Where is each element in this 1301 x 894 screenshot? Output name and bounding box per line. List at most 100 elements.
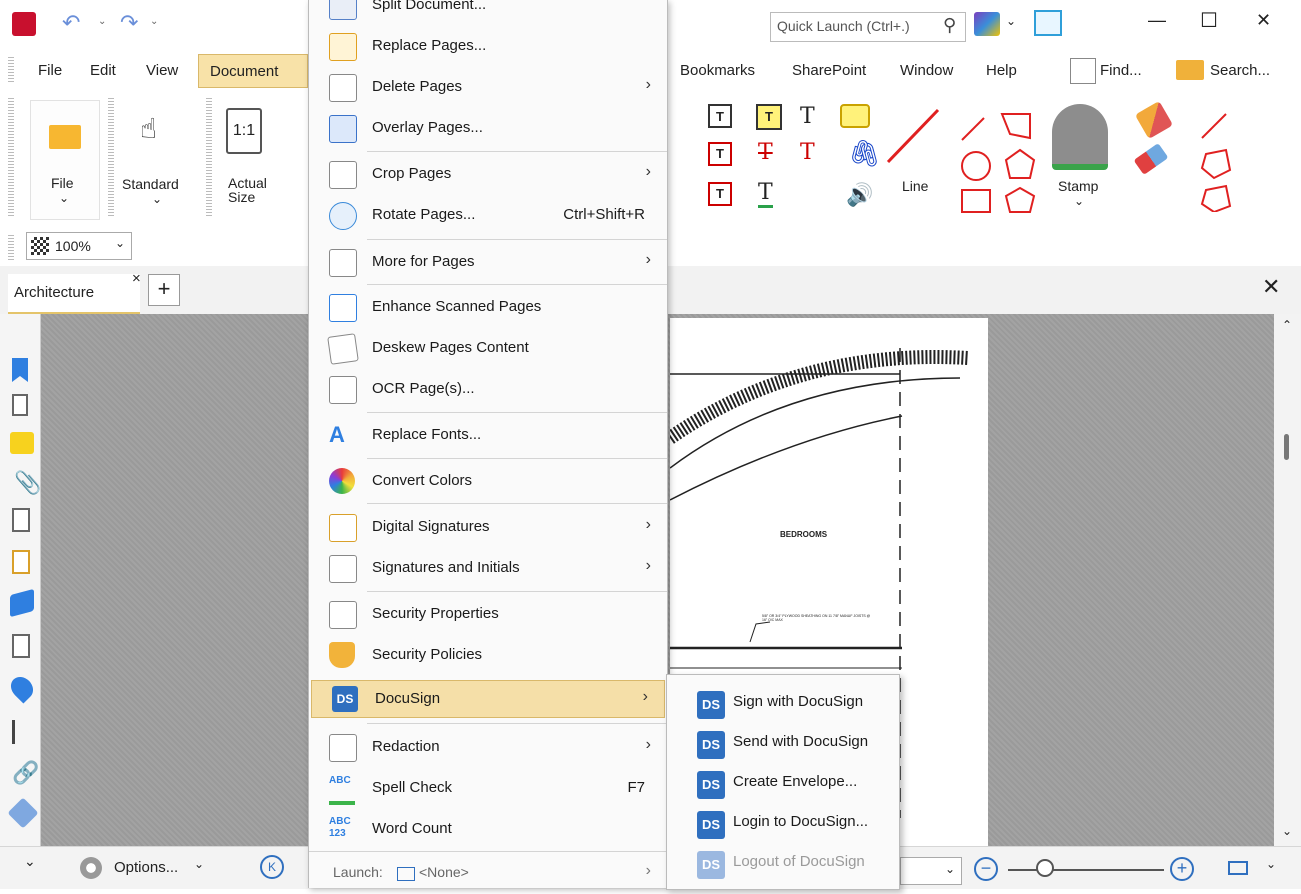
standard-button-label[interactable]: Standard <box>122 176 179 192</box>
eraser-icon[interactable] <box>1133 143 1169 175</box>
menu-sharepoint[interactable]: SharePoint <box>792 62 866 79</box>
close-button[interactable]: ✕ <box>1256 10 1271 31</box>
first-page-button[interactable]: K <box>260 855 284 879</box>
bookmarks-icon[interactable] <box>12 358 28 382</box>
menu-item-split-document[interactable]: Split Document... <box>309 0 667 26</box>
minimize-button[interactable]: — <box>1148 10 1166 31</box>
options-gear-icon[interactable] <box>80 857 102 879</box>
file-button[interactable]: File ⌄ <box>30 100 100 220</box>
menu-item-digital-signatures[interactable]: Digital Signatures › <box>309 508 667 548</box>
find-icon[interactable] <box>1070 58 1096 84</box>
quick-launch-input[interactable]: Quick Launch (Ctrl+.) ⚲ <box>770 12 966 42</box>
menu-view[interactable]: View <box>146 62 178 79</box>
fullscreen-icon[interactable] <box>1034 10 1062 36</box>
menu-window[interactable]: Window <box>900 62 953 79</box>
redo-icon[interactable]: ↷ <box>120 10 138 36</box>
menu-item-replace-fonts[interactable]: A Replace Fonts... <box>309 416 667 456</box>
menu-item-launch[interactable]: Launch: <None> › <box>309 854 667 894</box>
strikeout-icon[interactable]: T <box>758 140 773 165</box>
toolbar-grip[interactable] <box>8 234 14 260</box>
shape-tools-icons[interactable] <box>954 104 1040 216</box>
find-button[interactable]: Find... <box>1100 62 1142 79</box>
menu-item-replace-pages[interactable]: Replace Pages... <box>309 27 667 67</box>
search-button[interactable]: Search... <box>1210 62 1270 79</box>
pencil-icon[interactable] <box>1134 100 1174 140</box>
ribbon-grip[interactable] <box>108 96 114 216</box>
submenu-item-login-docusign[interactable]: DS Login to DocuSign... <box>667 803 899 843</box>
zoom-level-select[interactable]: 100% ⌄ <box>26 232 132 260</box>
menu-item-redaction[interactable]: Redaction › <box>309 728 667 768</box>
theme-dropdown-icon[interactable]: ⌄ <box>1006 14 1016 28</box>
scroll-thumb[interactable] <box>1284 434 1289 460</box>
undo-dropdown-icon[interactable]: ⌄ <box>98 16 106 27</box>
typewriter-icon[interactable]: T <box>756 104 782 130</box>
menu-item-crop-pages[interactable]: Crop Pages › <box>309 155 667 195</box>
menu-item-security-policies[interactable]: Security Policies <box>309 636 667 676</box>
zoom-slider-handle[interactable] <box>1036 859 1054 877</box>
text-field-icon[interactable]: T <box>708 104 732 128</box>
line-tool-icon[interactable] <box>882 104 944 168</box>
zoom-in-button[interactable]: + <box>1170 857 1194 881</box>
menu-item-word-count[interactable]: ABC 123 Word Count <box>309 810 667 850</box>
signatures-icon[interactable] <box>12 550 30 574</box>
measure-tools-icons[interactable] <box>1196 108 1236 212</box>
submenu-item-send-with-docusign[interactable]: DS Send with DocuSign <box>667 723 899 763</box>
zoom-slider[interactable] <box>1008 869 1164 871</box>
submenu-item-logout-docusign[interactable]: DS Logout of DocuSign <box>667 843 899 883</box>
scroll-down-icon[interactable]: ⌄ <box>1282 824 1292 838</box>
location-icon[interactable] <box>6 672 38 704</box>
ribbon-grip[interactable] <box>8 96 14 216</box>
submenu-item-create-envelope[interactable]: DS Create Envelope... <box>667 763 899 803</box>
menu-item-docusign[interactable]: DS DocuSign › <box>311 680 665 718</box>
textbox-icon[interactable]: T <box>708 142 732 166</box>
destinations-icon[interactable] <box>12 508 30 532</box>
menu-item-spell-check[interactable]: ABC Spell Check F7 <box>309 769 667 809</box>
content-icon[interactable] <box>12 634 30 658</box>
hand-tool-icon[interactable]: ☝ <box>140 112 157 145</box>
ribbon-grip[interactable] <box>206 96 212 216</box>
submenu-item-sign-with-docusign[interactable]: DS Sign with DocuSign <box>667 683 899 723</box>
tags-icon[interactable] <box>7 797 39 829</box>
view-mode-icon[interactable] <box>1228 861 1248 875</box>
theme-icon[interactable] <box>974 12 1000 36</box>
menu-document[interactable]: Document <box>198 54 308 88</box>
options-button[interactable]: Options... <box>114 859 178 876</box>
line-tool-label[interactable]: Line <box>902 178 928 194</box>
menu-item-delete-pages[interactable]: Delete Pages › <box>309 68 667 108</box>
toolbar-grip[interactable] <box>8 56 14 82</box>
menu-item-convert-colors[interactable]: Convert Colors <box>309 462 667 502</box>
menu-item-more-for-pages[interactable]: More for Pages › <box>309 243 667 283</box>
redo-dropdown-icon[interactable]: ⌄ <box>150 16 158 27</box>
page-layout-select[interactable]: ⌄ <box>900 857 962 885</box>
menu-item-deskew-pages[interactable]: Deskew Pages Content <box>309 329 667 369</box>
insert-text-icon[interactable]: T <box>800 104 815 129</box>
menu-item-ocr-pages[interactable]: OCR Page(s)... <box>309 370 667 410</box>
structure-icon[interactable] <box>12 720 30 744</box>
scroll-up-icon[interactable]: ⌃ <box>1282 318 1292 332</box>
undo-icon[interactable]: ↶ <box>62 10 80 36</box>
zoom-out-button[interactable]: − <box>974 857 998 881</box>
replace-text-icon[interactable]: T <box>800 140 815 165</box>
close-document-icon[interactable]: ✕ <box>1262 274 1280 300</box>
menu-file[interactable]: File <box>38 62 62 79</box>
menu-help[interactable]: Help <box>986 62 1017 79</box>
stamp-label[interactable]: Stamp <box>1058 178 1098 194</box>
pages-icon[interactable] <box>12 394 28 416</box>
callout-icon[interactable]: T <box>708 182 732 206</box>
menu-item-rotate-pages[interactable]: Rotate Pages... Ctrl+Shift+R <box>309 196 667 236</box>
actual-size-label[interactable]: Actual Size <box>228 176 268 204</box>
sound-icon[interactable]: 🔊 <box>846 182 873 208</box>
chevron-down-icon[interactable]: ⌄ <box>1266 857 1276 871</box>
chevron-down-icon[interactable]: ⌄ <box>194 857 204 871</box>
search-folder-icon[interactable] <box>1176 60 1204 80</box>
comments-icon[interactable] <box>10 432 34 454</box>
tab-architecture[interactable]: Architecture × <box>8 270 141 315</box>
attachment-icon[interactable]: 🖇 <box>848 138 881 169</box>
actual-size-icon[interactable]: 1:1 <box>226 108 262 154</box>
menu-item-security-properties[interactable]: Security Properties <box>309 595 667 635</box>
chevron-down-icon[interactable]: ⌄ <box>152 192 162 206</box>
sidebar-toggle-icon[interactable]: ⌄ <box>24 853 36 870</box>
maximize-button[interactable]: ☐ <box>1200 8 1218 33</box>
tab-close-icon[interactable]: × <box>132 270 141 287</box>
menu-bookmarks[interactable]: Bookmarks <box>680 62 755 79</box>
